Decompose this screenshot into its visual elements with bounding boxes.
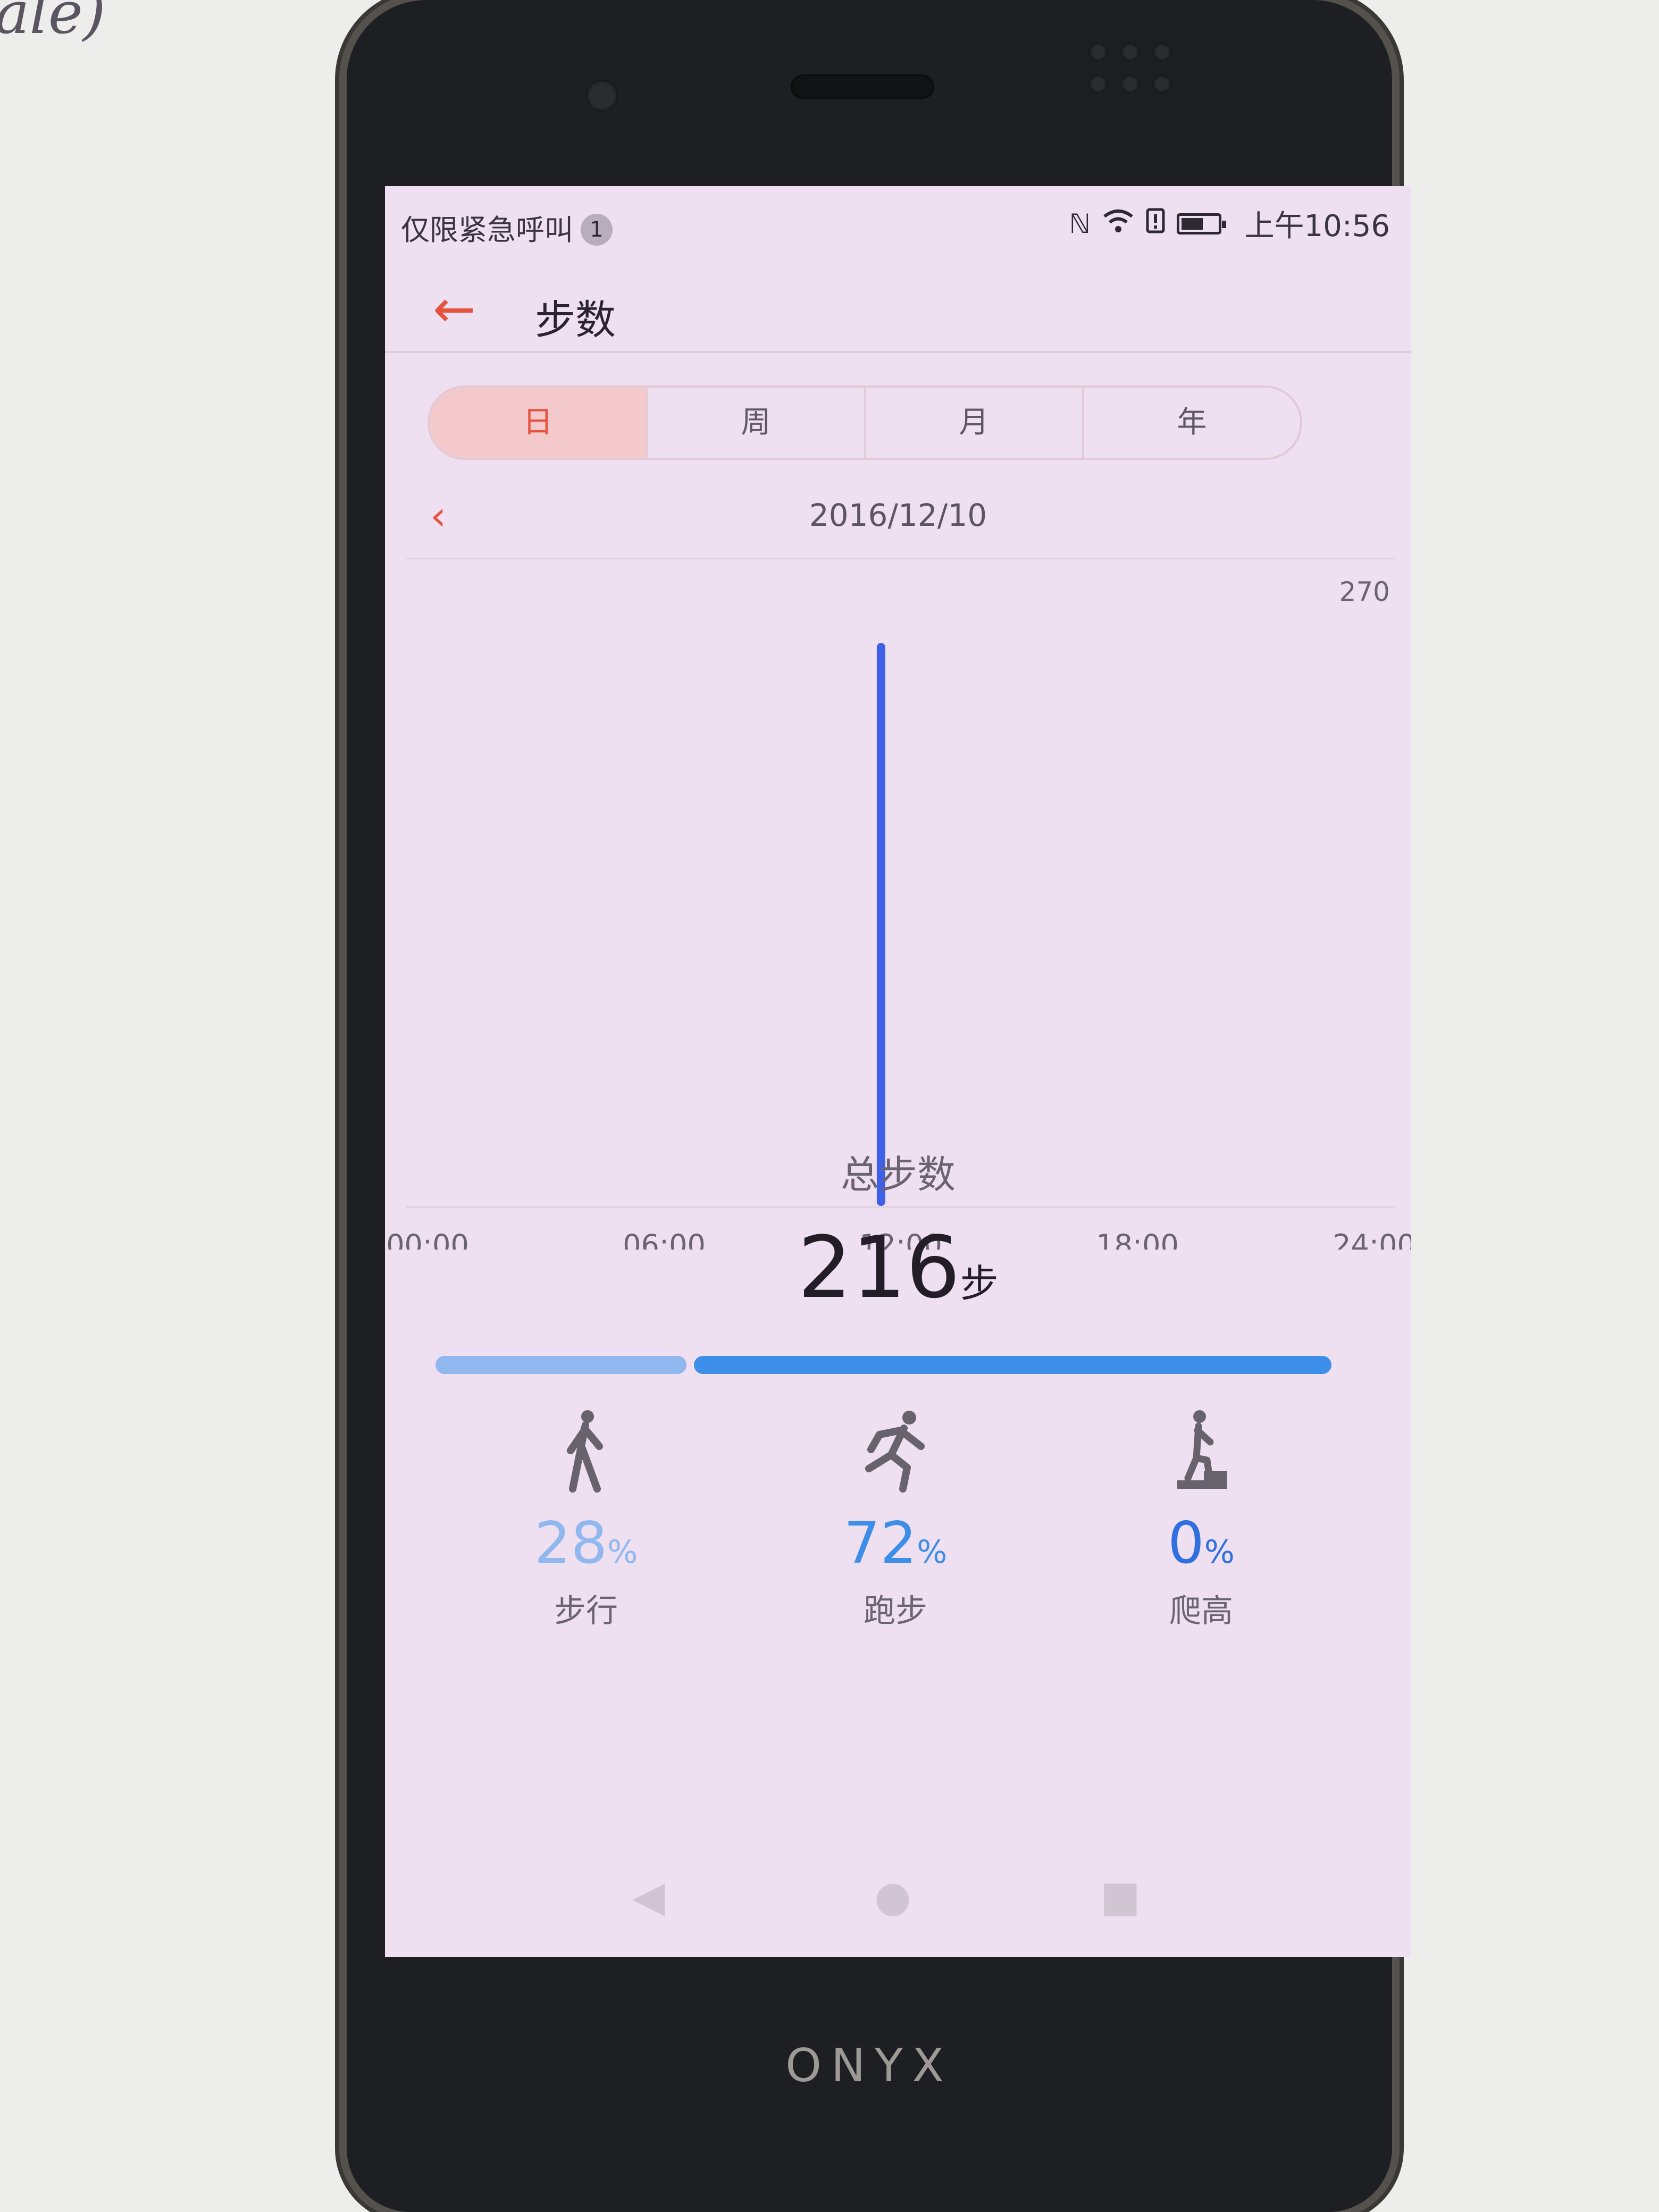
- sensor-array: [1088, 43, 1108, 62]
- total-steps-label: 总步数: [840, 1152, 956, 1197]
- running-icon: [789, 1409, 1002, 1499]
- running-label: 跑步: [864, 1593, 927, 1630]
- current-date: 2016/12/10: [809, 497, 987, 533]
- status-icons: ℕ 上午10:56: [1069, 202, 1390, 245]
- y-tick-label: 270: [1339, 576, 1390, 607]
- app-screen: 仅限紧急呼叫 1 ℕ 上午10:56 ← 步数 日 周 月 年 ‹ 2016/12…: [385, 186, 1411, 1957]
- battery-icon: [1176, 213, 1226, 234]
- climbing-percent-unit: %: [1204, 1534, 1235, 1571]
- activity-breakdown: 28% 步行 72% 跑步 0% 爬高: [385, 1409, 1411, 1675]
- walking-percent-value: 28: [534, 1510, 608, 1577]
- notification-badge: 1: [581, 214, 613, 246]
- nav-back-icon[interactable]: ◀: [632, 1872, 665, 1921]
- activity-walking: 28% 步行: [480, 1409, 692, 1631]
- front-camera: [586, 80, 618, 112]
- walking-segment: [435, 1356, 686, 1374]
- walking-percent: 28%: [480, 1510, 692, 1577]
- activity-climbing: 0% 爬高: [1095, 1409, 1308, 1631]
- nfc-icon: ℕ: [1069, 208, 1091, 239]
- sim-alert-icon: [1146, 208, 1165, 240]
- activity-breakdown-bar: [435, 1356, 1331, 1374]
- running-percent-value: 72: [843, 1510, 917, 1577]
- activity-running: 72% 跑步: [789, 1409, 1002, 1631]
- tab-year[interactable]: 年: [1084, 388, 1300, 458]
- running-segment: [694, 1356, 1331, 1374]
- period-tabs: 日 周 月 年: [428, 386, 1302, 460]
- wifi-icon: [1102, 208, 1134, 240]
- status-bar: 仅限紧急呼叫 1 ℕ 上午10:56: [385, 186, 1411, 255]
- climbing-label: 爬高: [1169, 1593, 1233, 1630]
- sensor-dot: [1152, 43, 1171, 62]
- sensor-dot: [1120, 74, 1139, 94]
- climbing-percent-value: 0: [1168, 1510, 1204, 1577]
- running-percent: 72%: [789, 1510, 1002, 1577]
- tab-month[interactable]: 月: [866, 388, 1084, 458]
- total-steps-value: 216步: [385, 1218, 1411, 1317]
- system-nav-bar: ◀ ● ■: [385, 1850, 1411, 1936]
- app-header: ← 步数: [385, 255, 1411, 353]
- tab-week[interactable]: 周: [648, 388, 866, 458]
- back-arrow-icon[interactable]: ←: [433, 279, 475, 339]
- walking-icon: [480, 1409, 692, 1499]
- nav-recents-icon[interactable]: ■: [1100, 1872, 1141, 1921]
- page-title: 步数: [535, 296, 616, 343]
- total-steps-unit: 步: [960, 1261, 999, 1306]
- sensor-dot: [1152, 74, 1171, 94]
- background-handwriting: ale): [0, 0, 106, 47]
- walking-percent-unit: %: [607, 1534, 638, 1571]
- running-percent-unit: %: [917, 1534, 948, 1571]
- climbing-icon: [1095, 1409, 1308, 1499]
- carrier-label: 仅限紧急呼叫: [401, 213, 573, 247]
- carrier-status: 仅限紧急呼叫 1: [401, 206, 613, 248]
- earpiece-speaker: [791, 74, 934, 99]
- sensor-dot: [1120, 43, 1139, 62]
- walking-label: 步行: [554, 1593, 618, 1630]
- total-steps-number: 216: [798, 1218, 960, 1317]
- clock: 上午10:56: [1244, 209, 1390, 244]
- brand-logo: ONYX: [785, 2039, 953, 2092]
- sensor-dot: [1088, 74, 1108, 94]
- tab-day[interactable]: 日: [430, 388, 648, 458]
- nav-home-icon[interactable]: ●: [874, 1872, 911, 1921]
- climbing-percent: 0%: [1095, 1510, 1308, 1577]
